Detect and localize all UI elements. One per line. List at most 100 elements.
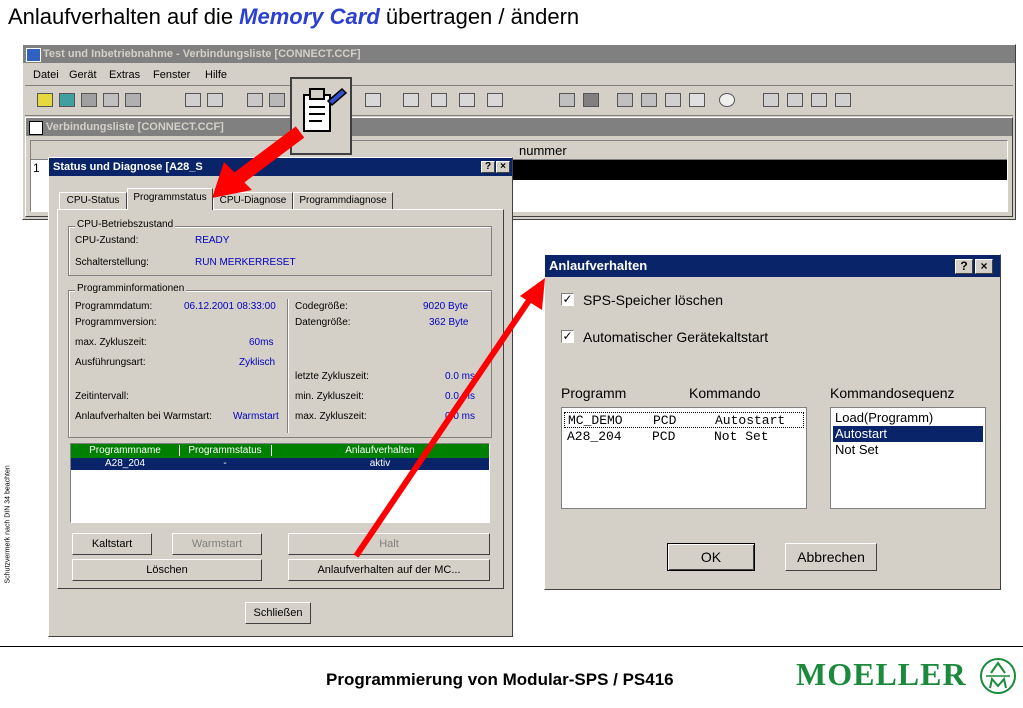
toolbar-icon-17[interactable]: [617, 93, 633, 107]
toolbar-icon-12[interactable]: [431, 93, 447, 107]
schalterstellung-label: Schalterstellung:: [75, 257, 149, 268]
programmdatum-value: 06.12.2001 08:33:00: [184, 301, 276, 312]
toolbar-icon-19[interactable]: [665, 93, 681, 107]
toolbar-icon-13[interactable]: [459, 93, 475, 107]
toolbar-icon-4[interactable]: [103, 93, 119, 107]
close-icon[interactable]: ×: [496, 161, 510, 173]
toolbar-icon-1[interactable]: [37, 93, 53, 107]
menu-hilfe[interactable]: Hilfe: [205, 69, 227, 81]
header-programmname[interactable]: Programmname: [71, 445, 180, 456]
max-zykluszeit-value: 60ms: [249, 337, 274, 348]
group-betriebszustand-legend: CPU-Betriebszustand: [75, 219, 176, 230]
toolbar-icon-16[interactable]: [583, 93, 599, 107]
anlauf-help-button[interactable]: ?: [955, 259, 973, 274]
toolbar-icon-2[interactable]: [59, 93, 75, 107]
group-programminformationen: Programminformationen Programmdatum: 06.…: [68, 283, 492, 438]
toolbar-icon-9[interactable]: [269, 93, 285, 107]
max-zykluszeit-right-value: 0.0 ms: [445, 411, 476, 422]
program-table: Programmname Programmstatus Anlaufverhal…: [70, 443, 490, 523]
toolbar-icon-14[interactable]: [487, 93, 503, 107]
menu-geraet[interactable]: Gerät: [69, 69, 97, 81]
min-zykluszeit-value: 0.0 ms: [445, 391, 476, 402]
table-row[interactable]: A28_204 - aktiv: [71, 458, 489, 470]
warmstart-button[interactable]: Warmstart: [172, 533, 262, 555]
anlauf-close-icon[interactable]: ×: [975, 259, 993, 274]
toolbar-icon-11[interactable]: [403, 93, 419, 107]
ok-button[interactable]: OK: [667, 543, 755, 571]
header-programmstatus[interactable]: Programmstatus: [179, 445, 272, 456]
anlauf-dialog-titlebar[interactable]: Anlaufverhalten ? ×: [545, 255, 1000, 277]
child-window-icon: [29, 121, 43, 135]
program-list[interactable]: MC_DEMO PCD Autostart A28_204 PCD Not Se…: [561, 407, 807, 509]
ausfuehrungsart-value: Zyklisch: [239, 357, 276, 368]
kaltstart-button[interactable]: Kaltstart: [72, 533, 152, 555]
list-item[interactable]: Not Set: [833, 442, 983, 458]
slide-title: Anlaufverhalten auf die Memory Card über…: [8, 4, 579, 30]
program-type: PCD: [653, 413, 677, 428]
status-dialog-titlebar[interactable]: Status und Diagnose [A28_S ? ×: [49, 158, 512, 176]
tab-panel: CPU-Betriebszustand CPU-Zustand: READY S…: [57, 209, 504, 589]
moeller-logo-text: MOELLER: [796, 656, 967, 692]
header-anlaufverhalten[interactable]: Anlaufverhalten: [271, 445, 489, 456]
magnifier-icon[interactable]: [719, 93, 735, 107]
toolbar-icon-23[interactable]: [787, 93, 803, 107]
tab-cpu-diagnose[interactable]: CPU-Diagnose: [213, 192, 293, 210]
cpu-zustand-label: CPU-Zustand:: [75, 235, 139, 246]
datengroesse-value: 362 Byte: [429, 317, 469, 328]
anlaufverhalten-mc-button[interactable]: Anlaufverhalten auf der MC...: [288, 559, 490, 581]
cell-programmname: A28_204: [104, 458, 146, 469]
connection-list-titlebar[interactable]: Verbindungsliste [CONNECT.CCF]: [26, 118, 1012, 136]
codegroesse-value: 9020 Byte: [423, 301, 469, 312]
programmdatum-label: Programmdatum:: [75, 301, 153, 312]
help-button[interactable]: ?: [481, 161, 495, 173]
toolbar-icon-24[interactable]: [811, 93, 827, 107]
column-kommandosequenz: Kommandosequenz: [830, 385, 955, 401]
cell-programmstatus: -: [223, 458, 227, 469]
sequence-list[interactable]: Load(Programm) Autostart Not Set: [830, 407, 986, 509]
menu-extras[interactable]: Extras: [109, 69, 140, 81]
menu-datei[interactable]: Datei: [33, 69, 59, 81]
loeschen-button[interactable]: Löschen: [72, 559, 262, 581]
toolbar-icon-7[interactable]: [207, 93, 223, 107]
list-item[interactable]: Autostart: [833, 426, 983, 442]
letzte-zykluszeit-label: letzte Zykluszeit:: [295, 371, 369, 382]
column-kommando: Kommando: [689, 385, 761, 401]
list-item[interactable]: MC_DEMO PCD Autostart: [564, 412, 804, 428]
toolbar-icon-20[interactable]: [689, 93, 705, 107]
toolbar-icon-15[interactable]: [559, 93, 575, 107]
list-item[interactable]: A28_204 PCD Not Set: [564, 429, 804, 445]
row-number: 1: [33, 161, 40, 175]
list-item[interactable]: Load(Programm): [833, 410, 983, 426]
status-dialog: Status und Diagnose [A28_S ? × CPU-Statu…: [48, 157, 513, 637]
program-type: PCD: [652, 429, 676, 444]
toolbar-icon-8[interactable]: [247, 93, 263, 107]
schliessen-button[interactable]: Schließen: [245, 602, 311, 624]
cpu-zustand-value: READY: [195, 235, 230, 246]
toolbar-icon-5[interactable]: [125, 93, 141, 107]
info-divider: [287, 299, 289, 433]
toolbar-icon-6[interactable]: [185, 93, 201, 107]
anlauf-warmstart-label: Anlaufverhalten bei Warmstart:: [75, 411, 212, 422]
tab-cpu-status[interactable]: CPU-Status: [59, 192, 127, 210]
anlauf-dialog-title: Anlaufverhalten: [549, 258, 648, 273]
main-window-titlebar[interactable]: Test und Inbetriebnahme - Verbindungslis…: [23, 45, 1015, 63]
tab-programmdiagnose[interactable]: Programmdiagnose: [293, 192, 393, 210]
tab-programmstatus[interactable]: Programmstatus: [127, 188, 213, 210]
abbrechen-button[interactable]: Abbrechen: [785, 543, 877, 571]
slide-title-highlight: Memory Card: [239, 4, 380, 29]
toolbar-icon-25[interactable]: [835, 93, 851, 107]
halt-button[interactable]: Halt: [288, 533, 490, 555]
toolbar-icon-18[interactable]: [641, 93, 657, 107]
menu-fenster[interactable]: Fenster: [153, 69, 190, 81]
toolbar-icon-22[interactable]: [763, 93, 779, 107]
program-table-header: Programmname Programmstatus Anlaufverhal…: [71, 444, 489, 458]
checkbox-sps-speicher[interactable]: ✓: [561, 293, 574, 306]
connection-row-selected[interactable]: [513, 160, 1007, 180]
checkbox-kaltstart[interactable]: ✓: [561, 330, 574, 343]
min-zykluszeit-label: min. Zykluszeit:: [295, 391, 364, 402]
toolbar-icon-10[interactable]: [365, 93, 381, 107]
toolbar-icon-3[interactable]: [81, 93, 97, 107]
checkbox-sps-speicher-label: SPS-Speicher löschen: [583, 292, 724, 308]
menu-bar: Datei Gerät Extras Fenster Hilfe: [25, 65, 1013, 86]
column-header-nummer[interactable]: nummer: [519, 143, 567, 158]
